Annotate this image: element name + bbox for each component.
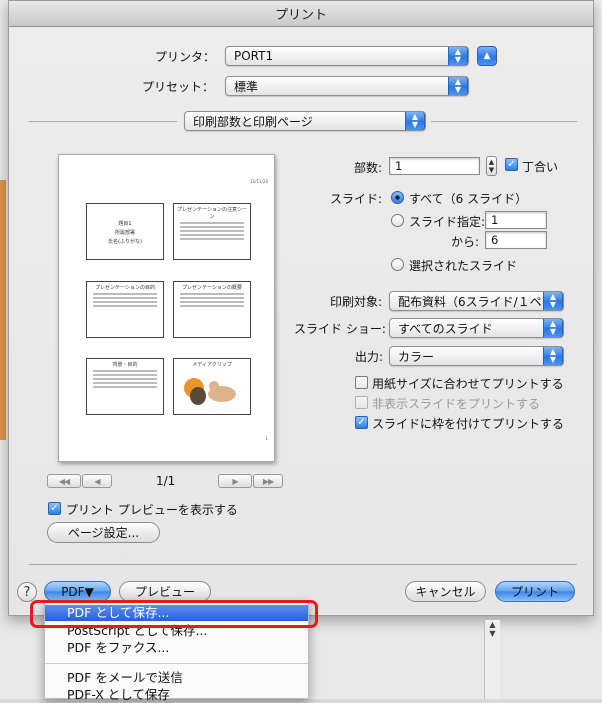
menu-separator	[45, 663, 308, 664]
menu-item-fax-pdf[interactable]: PDF をファクス...	[45, 640, 308, 656]
thumb-slide-1: 題目1 所属部署 氏名(ふりがな)	[86, 203, 164, 260]
slideshow-value: すべてのスライド	[398, 321, 493, 336]
all-slides-label: すべて（6 スライド）	[409, 192, 528, 206]
popup-arrows-icon: ▲ ▼	[405, 112, 425, 130]
thumb-slide-5: 背景・目的	[86, 358, 164, 415]
first-page-button[interactable]: ◀◀	[47, 474, 81, 488]
slide-range-radio[interactable]	[391, 214, 404, 227]
last-page-button[interactable]: ▶▶	[253, 474, 283, 488]
slide-range-label: スライド指定:	[409, 215, 486, 229]
copies-field[interactable]: 1	[389, 157, 480, 175]
thumb-slide-6: メディアクリップ	[173, 358, 251, 415]
preview-page-number: 1	[265, 436, 268, 441]
print-hidden-slides-label: 非表示スライドをプリントする	[372, 397, 541, 411]
collate-label: 丁合い	[522, 160, 559, 174]
cats-image-icon	[184, 378, 236, 405]
show-preview-checkbox[interactable]: ✓	[48, 502, 61, 515]
popup-arrows-icon: ▲ ▼	[543, 347, 563, 365]
separator	[29, 121, 177, 122]
slides-label: スライド:	[330, 192, 383, 206]
print-button[interactable]: プリント	[495, 581, 575, 602]
next-page-button[interactable]: ▶	[218, 474, 252, 488]
printer-popup[interactable]: PORT1 ▲ ▼	[225, 46, 469, 66]
output-popup[interactable]: カラー ▲ ▼	[389, 346, 564, 366]
fit-to-paper-checkbox[interactable]	[355, 376, 368, 389]
help-button[interactable]: ?	[17, 582, 37, 602]
thumb-slide-4: プレゼンテーションの概要	[173, 281, 251, 338]
preview-date: 11/11/20	[250, 179, 268, 184]
panel-popup[interactable]: 印刷部数と印刷ページ ▲ ▼	[184, 111, 426, 131]
frame-slides-checkbox[interactable]: ✓	[355, 416, 368, 429]
output-value: カラー	[398, 349, 435, 364]
slideshow-popup[interactable]: すべてのスライド ▲ ▼	[389, 318, 564, 338]
fit-to-paper-label: 用紙サイズに合わせてプリントする	[372, 377, 564, 391]
popup-arrows-icon: ▲ ▼	[448, 47, 468, 65]
background-scrollbar[interactable]: ▲ ▼	[484, 620, 500, 699]
preset-popup[interactable]: 標準 ▲ ▼	[225, 76, 469, 96]
popup-arrows-icon: ▲ ▼	[448, 77, 468, 95]
thumb-slide-2: プレゼンテーションの注意シーン	[173, 203, 251, 260]
printer-value: PORT1	[234, 49, 274, 63]
print-what-label: 印刷対象:	[330, 295, 383, 309]
slide-range-to-field[interactable]: 6	[485, 231, 547, 249]
copies-stepper[interactable]: ▲ ▼	[486, 156, 497, 176]
thumb-slide-3: プレゼンテーションの目的	[86, 281, 164, 338]
print-hidden-slides-checkbox[interactable]	[355, 396, 368, 409]
cancel-button[interactable]: キャンセル	[405, 581, 486, 602]
popup-arrows-icon: ▲ ▼	[543, 319, 563, 337]
all-slides-radio[interactable]	[391, 191, 404, 204]
print-what-popup[interactable]: 配布資料（6スライド/１ペ… ▲ ▼	[389, 291, 564, 311]
prev-page-button[interactable]: ◀	[82, 474, 112, 488]
annotation-highlight-box	[30, 600, 318, 628]
collate-checkbox[interactable]: ✓	[505, 158, 518, 171]
separator	[431, 121, 577, 122]
print-what-value: 配布資料（6スライド/１ペ…	[398, 294, 554, 309]
panel-value: 印刷部数と印刷ページ	[193, 114, 313, 129]
preset-label: プリセット：	[142, 80, 215, 94]
slide-range-from-field[interactable]: 1	[485, 211, 547, 229]
page-setup-button[interactable]: ページ設定...	[47, 522, 160, 543]
menu-item-save-as-pdfx[interactable]: PDF-X として保存	[45, 687, 308, 703]
background-slide-strip	[0, 180, 6, 440]
dialog-title: プリント	[9, 1, 593, 27]
frame-slides-label: スライドに枠を付けてプリントする	[372, 417, 565, 431]
slideshow-label: スライド ショー:	[294, 322, 386, 336]
slide-range-to-label: から:	[451, 235, 480, 249]
print-preview: 11/11/20 題目1 所属部署 氏名(ふりがな) プレゼンテーションの注意シ…	[58, 154, 275, 462]
popup-arrows-icon: ▲ ▼	[543, 292, 563, 310]
preset-value: 標準	[234, 79, 259, 94]
footer-separator	[29, 564, 577, 565]
page-indicator: 1/1	[156, 474, 176, 488]
output-label: 出力:	[355, 350, 384, 364]
show-preview-label: プリント プレビューを表示する	[66, 503, 238, 517]
pdf-menu-button[interactable]: PDF▼	[44, 581, 111, 602]
preview-button[interactable]: プレビュー	[119, 581, 211, 602]
selected-slides-radio[interactable]	[391, 258, 404, 271]
menu-item-mail-pdf[interactable]: PDF をメールで送信	[45, 670, 308, 686]
selected-slides-label: 選択されたスライド	[409, 259, 518, 273]
copies-label: 部数:	[354, 161, 383, 175]
printer-label: プリンタ：	[155, 50, 216, 64]
expand-toggle-button[interactable]: ▲	[477, 46, 497, 66]
print-dialog: プリント プリンタ： PORT1 ▲ ▼ ▲ プリセット： 標準 ▲ ▼ 印刷部数と…	[8, 0, 594, 616]
